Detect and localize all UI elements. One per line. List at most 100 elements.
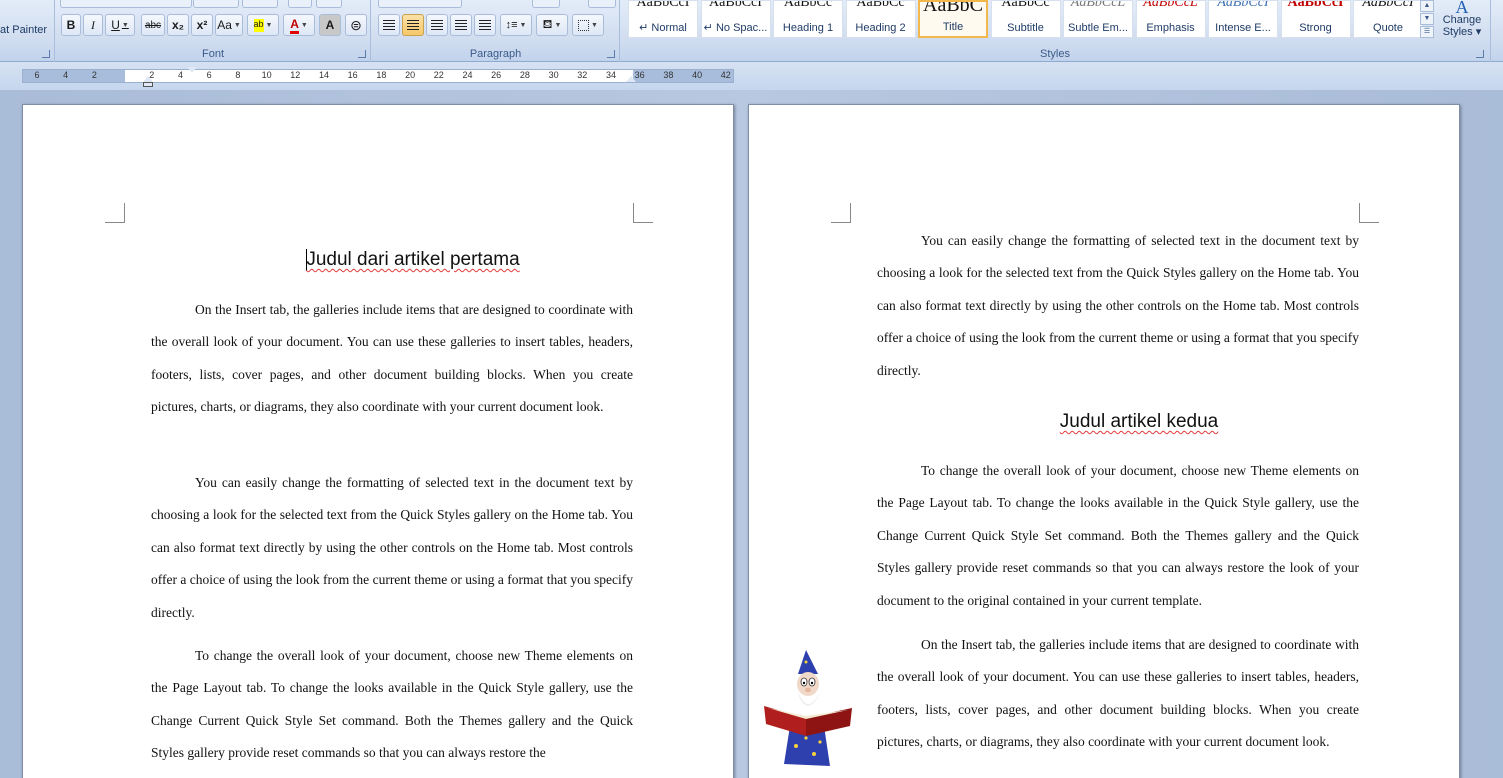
distributed-button[interactable] xyxy=(474,14,496,36)
distributed-icon xyxy=(479,20,491,30)
right-indent-marker[interactable] xyxy=(626,76,636,82)
highlighter-icon: ab xyxy=(253,18,264,32)
align-center-icon xyxy=(407,20,419,30)
enclose-characters-button[interactable]: ⊜ xyxy=(345,14,367,36)
ruler-tick: 28 xyxy=(519,70,530,80)
highlight-button[interactable]: ab ▼ xyxy=(247,14,279,36)
font-color-button[interactable]: A ▼ xyxy=(283,14,315,36)
ruler-tick: 6 xyxy=(206,70,212,80)
change-styles-label-1: Change xyxy=(1442,14,1482,26)
superscript-button[interactable]: x² xyxy=(191,14,213,36)
styles-group: AaBbCcI ↵ Normal AaBbCcI ↵ No Spac... AaBbCc… xyxy=(622,0,1488,62)
ruler-tick: 14 xyxy=(318,70,330,80)
gallery-down-button[interactable]: ▼ xyxy=(1420,13,1434,25)
align-right-button[interactable] xyxy=(426,14,448,36)
first-line-indent-marker[interactable] xyxy=(187,67,197,73)
paragraph-group: ↕≡ ▼ ⛾ ▼ ▼ Paragraph xyxy=(372,0,620,62)
grow-font-button[interactable] xyxy=(242,0,278,8)
change-case-label: Aa xyxy=(217,18,232,32)
style-sample: AaBbCcI xyxy=(709,0,762,10)
justify-button[interactable] xyxy=(450,14,472,36)
ruler-tick: 24 xyxy=(462,70,473,80)
style-normal[interactable]: AaBbCcI ↵ Normal xyxy=(628,0,698,38)
chevron-down-icon: ▼ xyxy=(233,21,241,29)
font-group: B I U ▼ abc x₂ x² Aa ▼ ab ▼ A ▼ A ⊜ Font xyxy=(56,0,371,62)
align-center-button[interactable] xyxy=(402,14,424,36)
underline-label: U xyxy=(111,18,120,32)
line-spacing-button[interactable]: ↕≡ ▼ xyxy=(500,14,532,36)
style-emphasis[interactable]: AaBbCcL Emphasis xyxy=(1135,0,1206,38)
style-heading-2[interactable]: AaBbCc Heading 2 xyxy=(845,0,916,38)
change-styles-icon: A xyxy=(1455,0,1469,17)
align-left-button[interactable] xyxy=(378,14,400,36)
shading-button[interactable]: ⛾ ▼ xyxy=(536,14,568,36)
page-1[interactable]: Judul dari artikel pertama On the Insert… xyxy=(22,104,734,778)
bold-button[interactable]: B xyxy=(61,14,81,36)
style-subtle-em[interactable]: AaBbCcL Subtle Em... xyxy=(1063,0,1133,38)
chevron-down-icon: ▼ xyxy=(265,21,273,29)
page-2-paragraph-top[interactable]: You can easily change the formatting of … xyxy=(877,225,1359,387)
page-2-paragraph-1[interactable]: To change the overall look of your docum… xyxy=(877,455,1359,617)
styles-dialog-launcher[interactable] xyxy=(1476,50,1484,58)
style-sample: AaBbCcI xyxy=(1217,0,1269,10)
margin-corner-top-right xyxy=(1359,203,1379,223)
styles-group-label: Styles xyxy=(1040,48,1070,60)
page-1-paragraph-1[interactable]: On the Insert tab, the galleries include… xyxy=(151,294,633,424)
style-heading-1[interactable]: AaBbCc Heading 1 xyxy=(773,0,843,38)
ruler-tick: 42 xyxy=(720,70,731,80)
gallery-scroll: ▲ ▼ ☰ xyxy=(1420,0,1434,40)
align-right-icon xyxy=(431,20,443,30)
article-2-title[interactable]: Judul artikel kedua xyxy=(849,411,1429,433)
paragraph-group-label: Paragraph xyxy=(469,48,522,60)
clipboard-group: at Painter xyxy=(0,0,55,62)
font-group-label: Font xyxy=(201,48,224,60)
ruler-right-margin xyxy=(633,70,733,82)
gallery-up-button[interactable]: ▲ xyxy=(1420,0,1434,12)
ruler-tick: 26 xyxy=(491,70,502,80)
gallery-more-button[interactable]: ☰ xyxy=(1420,26,1434,38)
left-indent-marker[interactable] xyxy=(143,82,153,87)
change-case-button[interactable]: Aa ▼ xyxy=(215,14,243,36)
style-intense-e[interactable]: AaBbCcI Intense E... xyxy=(1208,0,1278,38)
italic-button[interactable]: I xyxy=(83,14,103,36)
style-title[interactable]: AaBbC Title xyxy=(918,0,988,38)
style-strong[interactable]: AaBbCcI Strong xyxy=(1280,0,1351,38)
borders-button[interactable]: ▼ xyxy=(572,14,604,36)
font-name-box[interactable] xyxy=(60,0,192,8)
style-sample: AaBbCc xyxy=(1001,0,1050,10)
format-painter-button[interactable]: at Painter xyxy=(0,24,47,36)
chevron-down-icon: ▼ xyxy=(121,21,129,29)
page-1-paragraph-2[interactable]: You can easily change the formatting of … xyxy=(151,467,633,629)
style-sample: AaBbCcI xyxy=(1362,0,1414,10)
clipboard-dialog-launcher[interactable] xyxy=(42,50,50,58)
ruler-tick: 16 xyxy=(347,70,358,80)
margin-corner-top-right xyxy=(633,203,653,223)
style-name: ↵ Normal xyxy=(639,22,687,34)
style-subtitle[interactable]: AaBbCc Subtitle xyxy=(990,0,1061,38)
bullets-button[interactable] xyxy=(378,0,462,8)
show-marks-button[interactable] xyxy=(588,0,616,8)
strikethrough-button[interactable]: abc xyxy=(141,14,165,36)
font-size-box[interactable] xyxy=(193,0,239,8)
margin-corner-top-left xyxy=(831,203,851,223)
font-dialog-launcher[interactable] xyxy=(358,50,366,58)
page-1-paragraph-3[interactable]: To change the overall look of your docum… xyxy=(151,640,633,770)
wizard-icon xyxy=(764,650,852,766)
change-case-top-button[interactable] xyxy=(316,0,342,8)
clear-formatting-button[interactable] xyxy=(288,0,312,8)
chevron-down-icon: ▼ xyxy=(519,21,527,29)
style-no-spac[interactable]: AaBbCcI ↵ No Spac... xyxy=(700,0,771,38)
office-assistant-wizard[interactable] xyxy=(760,646,856,770)
paragraph-dialog-launcher[interactable] xyxy=(607,50,615,58)
subscript-button[interactable]: x₂ xyxy=(167,14,189,36)
page-2-paragraph-2[interactable]: On the Insert tab, the galleries include… xyxy=(877,629,1359,759)
style-quote[interactable]: AaBbCcI Quote xyxy=(1353,0,1423,38)
change-styles-button[interactable]: A Change Styles ▾ xyxy=(1438,0,1486,44)
character-shading-button[interactable]: A xyxy=(319,14,341,36)
style-name: Emphasis xyxy=(1146,22,1195,34)
style-name: Heading 2 xyxy=(855,22,906,34)
article-1-title[interactable]: Judul dari artikel pertama xyxy=(123,249,703,271)
style-name: Title xyxy=(942,21,964,33)
sort-button[interactable] xyxy=(532,0,560,8)
underline-button[interactable]: U ▼ xyxy=(105,14,135,36)
